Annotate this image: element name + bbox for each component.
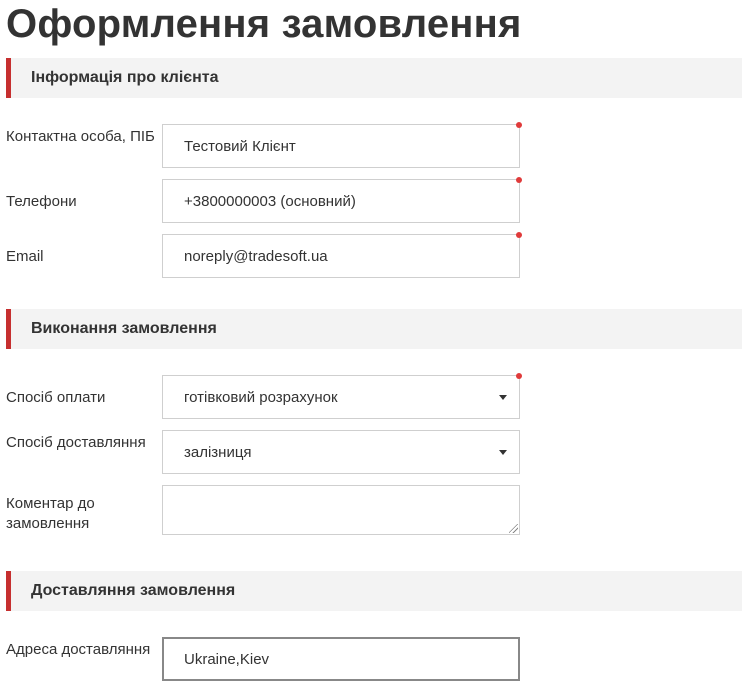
payment-method-value: готівковий розрахунок bbox=[184, 388, 338, 406]
comment-textarea[interactable] bbox=[162, 485, 520, 535]
section-header-delivery: Доставляння замовлення bbox=[6, 571, 742, 611]
section-title: Інформація про клієнта bbox=[31, 69, 219, 86]
contact-person-input[interactable]: Тестовий Клієнт bbox=[162, 124, 520, 168]
comment-label: Коментар до замовлення bbox=[6, 495, 95, 532]
payment-method-select[interactable]: готівковий розрахунок bbox=[162, 375, 520, 419]
address-value: Ukraine,Kiev bbox=[184, 650, 270, 668]
phones-value: +3800000003 (основний) bbox=[184, 192, 356, 210]
contact-person-label: Контактна особа, ПІБ bbox=[6, 128, 155, 145]
email-label: Email bbox=[6, 248, 44, 265]
section-title: Виконання замовлення bbox=[31, 320, 217, 337]
contact-person-value: Тестовий Клієнт bbox=[184, 137, 296, 155]
phones-label: Телефони bbox=[6, 193, 77, 210]
section-header-order-execution: Виконання замовлення bbox=[6, 309, 742, 349]
payment-method-label: Спосіб оплати bbox=[6, 389, 106, 406]
required-marker-icon bbox=[516, 122, 522, 128]
resize-handle-icon[interactable] bbox=[509, 524, 518, 533]
phones-input[interactable]: +3800000003 (основний) bbox=[162, 179, 520, 223]
required-marker-icon bbox=[516, 373, 522, 379]
email-value: noreply@tradesoft.ua bbox=[184, 247, 328, 265]
required-marker-icon bbox=[516, 232, 522, 238]
page-title: Оформлення замовлення bbox=[6, 2, 522, 46]
chevron-down-icon bbox=[499, 394, 507, 400]
section-title: Доставляння замовлення bbox=[31, 582, 236, 599]
required-marker-icon bbox=[516, 177, 522, 183]
address-label: Адреса доставляння bbox=[6, 641, 151, 658]
delivery-method-label: Спосіб доставляння bbox=[6, 434, 146, 451]
section-header-client-info: Інформація про клієнта bbox=[6, 58, 742, 98]
address-input[interactable]: Ukraine,Kiev bbox=[162, 637, 520, 681]
email-input[interactable]: noreply@tradesoft.ua bbox=[162, 234, 520, 278]
delivery-method-select[interactable]: залізниця bbox=[162, 430, 520, 474]
delivery-method-value: залізниця bbox=[184, 443, 252, 461]
chevron-down-icon bbox=[499, 449, 507, 455]
